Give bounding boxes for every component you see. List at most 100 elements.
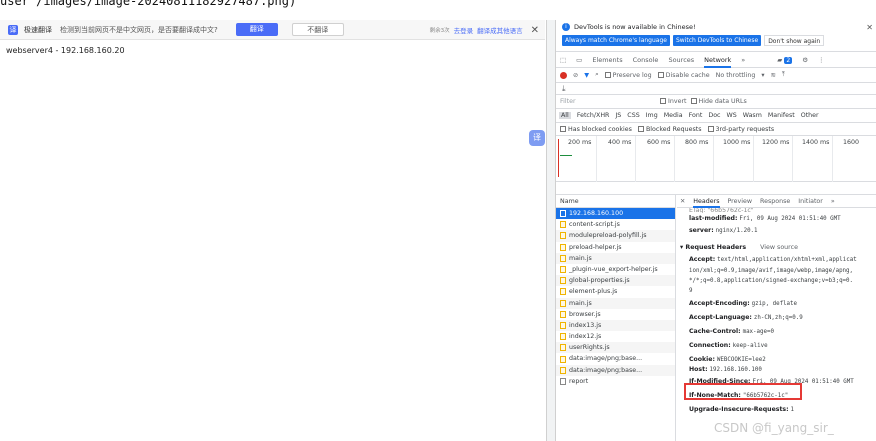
notice-close-icon[interactable]: ✕ (866, 23, 873, 32)
blocked-requests-checkbox[interactable]: Blocked Requests (637, 125, 702, 133)
request-name: main.js (569, 254, 592, 262)
invert-checkbox[interactable]: Invert (660, 98, 687, 105)
clear-icon[interactable]: ⊘ (573, 72, 578, 79)
type-ws[interactable]: WS (727, 112, 737, 119)
blocked-requests-label: Blocked Requests (645, 125, 702, 133)
cookie-filter-row: Has blocked cookies Blocked Requests 3rd… (556, 123, 876, 136)
wifi-icon[interactable]: ≋ (771, 72, 776, 79)
type-all[interactable]: All (559, 112, 571, 119)
timeline-request-bar (560, 155, 572, 156)
request-row[interactable]: 192.168.160.100 (556, 208, 675, 220)
filter-funnel-icon[interactable]: ▼ (584, 72, 589, 79)
match-language-button[interactable]: Always match Chrome's language (562, 35, 670, 46)
request-row[interactable]: index12.js (556, 331, 675, 342)
request-row[interactable]: browser.js (556, 309, 675, 320)
timeline-label: 1000 ms (723, 139, 751, 146)
third-party-checkbox[interactable]: 3rd-party requests (707, 125, 774, 133)
inspect-icon[interactable]: ⬚ (560, 56, 566, 64)
host-header: Host: 192.168.160.100 (689, 366, 762, 373)
request-row[interactable]: content-script.js (556, 219, 675, 230)
request-row[interactable]: report (556, 376, 675, 387)
document-icon (560, 210, 566, 218)
import-icon[interactable]: ⤒ (782, 71, 785, 79)
request-row[interactable]: element-plus.js (556, 286, 675, 297)
request-row[interactable]: main.js (556, 297, 675, 309)
issues-indicator[interactable]: ▰ 2 (777, 56, 793, 64)
tab-preview[interactable]: Preview (728, 198, 753, 205)
view-source-link[interactable]: View source (760, 244, 798, 251)
disable-cache-checkbox[interactable]: Disable cache (657, 71, 710, 79)
type-font[interactable]: Font (689, 112, 703, 119)
translate-button[interactable]: 翻译 (235, 23, 278, 36)
request-row[interactable]: _plugin-vue_export-helper.js (556, 264, 675, 275)
search-icon[interactable]: ⌕ (595, 71, 599, 79)
hide-data-urls-checkbox[interactable]: Hide data URLs (690, 98, 747, 105)
request-name: preload-helper.js (569, 243, 622, 251)
markdown-code-strip: user /images/image-20240811182927487.png… (0, 0, 876, 20)
type-doc[interactable]: Doc (708, 112, 720, 119)
type-media[interactable]: Media (664, 112, 683, 119)
kebab-menu-icon[interactable]: ⋮ (818, 56, 825, 64)
network-timeline[interactable]: 200 ms 400 ms 600 ms 800 ms 1000 ms 1200… (556, 136, 876, 182)
tab-response[interactable]: Response (760, 198, 790, 205)
record-icon[interactable] (560, 71, 567, 79)
request-row[interactable]: global-properties.js (556, 275, 675, 287)
connection-header: Connection: keep-alive (689, 342, 768, 349)
tab-initiator[interactable]: Initiator (798, 198, 823, 205)
request-row[interactable]: index13.js (556, 319, 675, 332)
login-link[interactable]: 去登录 (454, 25, 474, 35)
request-list: Name 192.168.160.100 content-script.js mod… (556, 195, 676, 441)
issues-count: 2 (784, 56, 793, 64)
timeline-gridline (832, 136, 833, 182)
chevron-down-icon[interactable]: ▾ (761, 72, 764, 79)
type-img[interactable]: Img (646, 112, 658, 119)
more-tabs-icon[interactable]: » (741, 56, 745, 64)
tab-sources[interactable]: Sources (668, 56, 694, 64)
tab-network[interactable]: Network (704, 52, 732, 68)
device-icon[interactable]: ▭ (576, 56, 582, 64)
csdn-watermark: CSDN @fi_yang_sir_ (714, 421, 834, 435)
floating-translate-icon[interactable]: 译 (529, 130, 545, 146)
throttling-select[interactable]: No throttling (716, 72, 756, 79)
translate-title: 极速翻译 (24, 25, 52, 34)
accept-header-cont: */*;q=0.8,application/signed-exchange;v=… (689, 278, 854, 284)
timeline-load-marker (558, 139, 559, 177)
request-row[interactable]: userRights.js (556, 342, 675, 354)
blocked-cookies-checkbox[interactable]: Has blocked cookies (560, 125, 632, 133)
request-row[interactable]: main.js (556, 252, 675, 264)
other-language-link[interactable]: 翻译成其他语言 (477, 25, 523, 35)
request-headers-section[interactable]: ▾ Request Headers View source (677, 241, 876, 254)
network-toolbar-2: ⤓ (556, 83, 876, 95)
request-row[interactable]: modulepreload-polyfill.js (556, 230, 675, 242)
accept-language-header: Accept-Language: zh-CN,zh;q=0.9 (689, 314, 803, 321)
tab-headers[interactable]: Headers (693, 195, 720, 208)
settings-gear-icon[interactable]: ⚙ (802, 56, 808, 64)
detail-close-icon[interactable]: ✕ (680, 198, 685, 205)
close-icon[interactable]: ✕ (531, 25, 539, 36)
no-translate-button[interactable]: 不翻译 (291, 23, 344, 36)
preserve-log-checkbox[interactable]: Preserve log (604, 71, 652, 79)
type-other[interactable]: Other (801, 112, 819, 119)
export-icon[interactable]: ⤓ (562, 84, 566, 93)
timeline-label: 600 ms (647, 139, 671, 146)
dont-show-button[interactable]: Don't show again (764, 35, 825, 46)
filter-input[interactable]: Filter (560, 98, 656, 105)
tab-console[interactable]: Console (633, 56, 659, 64)
request-row[interactable]: preload-helper.js (556, 242, 675, 253)
preserve-log-label: Preserve log (612, 71, 652, 79)
translate-logo-icon: 译 (8, 24, 18, 35)
type-js[interactable]: JS (615, 112, 621, 119)
accept-header-cont: ion/xml;q=0.9,image/avif,image/webp,imag… (689, 268, 854, 274)
name-column-header[interactable]: Name (556, 195, 675, 208)
request-row[interactable]: data:image/png;base... (556, 353, 675, 364)
type-wasm[interactable]: Wasm (743, 112, 762, 119)
switch-chinese-button[interactable]: Switch DevTools to Chinese (672, 35, 762, 46)
type-css[interactable]: CSS (627, 112, 639, 119)
script-file-icon (560, 333, 566, 341)
request-row[interactable]: data:image/png;base... (556, 364, 675, 376)
panel-splitter[interactable] (546, 20, 556, 441)
type-fetch-xhr[interactable]: Fetch/XHR (577, 112, 610, 119)
tab-elements[interactable]: Elements (592, 56, 622, 64)
more-detail-tabs-icon[interactable]: » (831, 198, 835, 205)
type-manifest[interactable]: Manifest (768, 112, 795, 119)
